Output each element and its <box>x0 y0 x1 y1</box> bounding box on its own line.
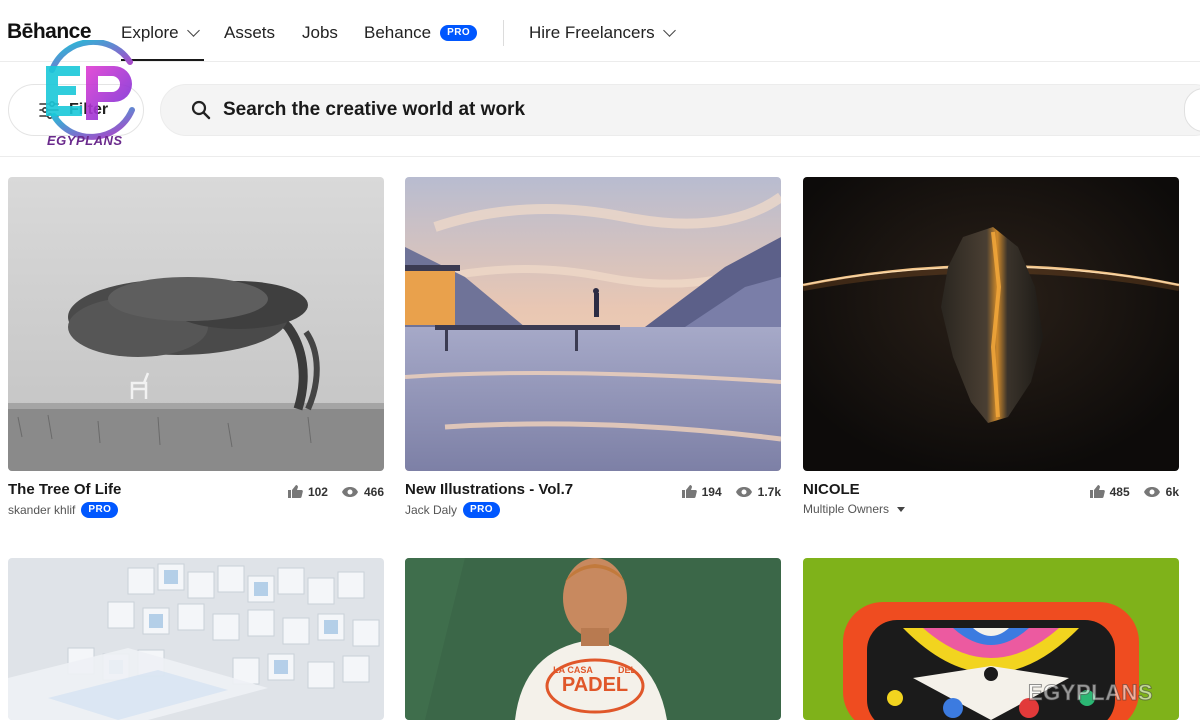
project-card[interactable]: The Tree Of Life skander khlif PRO 102 4… <box>8 177 384 518</box>
pro-badge: PRO <box>440 25 477 41</box>
nav-jobs[interactable]: Jobs <box>302 23 338 43</box>
owner-name: Multiple Owners <box>803 502 890 516</box>
likes-count: 485 <box>1109 484 1130 499</box>
egyplans-corner-watermark: EGYPLANS <box>1027 680 1154 706</box>
search-input[interactable]: Search the creative world at work <box>223 99 525 121</box>
shirt-print-small: LA CASA <box>553 665 593 675</box>
owner-name[interactable]: Jack Daly <box>405 503 457 517</box>
views-count: 6k <box>1165 484 1179 499</box>
project-thumbnail[interactable]: PADEL LA CASA DEL <box>405 558 781 720</box>
views-count: 466 <box>363 484 384 499</box>
nav-hire-freelancers[interactable]: Hire Freelancers <box>529 23 676 43</box>
project-stats: 102 466 <box>287 484 384 499</box>
caret-down-icon <box>897 506 906 512</box>
owner-name[interactable]: skander khlif <box>8 503 75 517</box>
thumbs-up-icon[interactable] <box>681 484 697 499</box>
project-owner[interactable]: Multiple Owners <box>803 502 906 516</box>
pro-badge: PRO <box>463 502 500 518</box>
views-count: 1.7k <box>757 484 781 499</box>
project-thumbnail[interactable] <box>8 177 384 471</box>
eye-icon <box>1143 486 1160 497</box>
project-owner: skander khlif PRO <box>8 502 119 518</box>
nav-behance-pro[interactable]: Behance PRO <box>364 23 477 43</box>
project-thumbnail[interactable] <box>8 558 384 720</box>
top-navigation: Bēhance Explore Assets Jobs Behance PRO … <box>0 0 1200 62</box>
thumbs-up-icon[interactable] <box>287 484 303 499</box>
thumbs-up-icon[interactable] <box>1089 484 1105 499</box>
project-card[interactable] <box>8 558 384 720</box>
divider <box>0 156 1200 157</box>
project-stats: 194 1.7k <box>681 484 781 499</box>
project-title[interactable]: New Illustrations - Vol.7 <box>405 481 573 498</box>
nav-assets[interactable]: Assets <box>224 23 275 43</box>
eye-icon <box>735 486 752 497</box>
chevron-down-icon <box>662 24 676 37</box>
nav-hire-label: Hire Freelancers <box>529 23 655 42</box>
project-stats: 485 6k <box>1089 484 1179 499</box>
project-owner: Jack Daly PRO <box>405 502 500 518</box>
shirt-print-text: PADEL <box>562 674 628 696</box>
project-thumbnail[interactable] <box>803 177 1179 471</box>
project-card[interactable]: New Illustrations - Vol.7 Jack Daly PRO … <box>405 177 781 518</box>
project-thumbnail[interactable] <box>405 177 781 471</box>
project-title[interactable]: NICOLE <box>803 481 860 498</box>
project-meta: The Tree Of Life skander khlif PRO 102 4… <box>8 471 384 518</box>
shirt-print-small-2: DEL <box>618 665 637 675</box>
eye-icon <box>341 486 358 497</box>
pro-badge: PRO <box>81 502 119 518</box>
search-icon <box>191 100 211 120</box>
search-bar[interactable]: Search the creative world at work <box>160 84 1200 136</box>
nav-behance-pro-label: Behance <box>364 23 432 42</box>
project-meta: NICOLE Multiple Owners 485 6k <box>803 471 1179 516</box>
chevron-down-icon <box>186 24 200 37</box>
egyplans-watermark-text: EGYPLANS <box>47 133 123 148</box>
project-meta: New Illustrations - Vol.7 Jack Daly PRO … <box>405 471 781 518</box>
project-title[interactable]: The Tree Of Life <box>8 481 121 498</box>
nav-divider <box>503 20 504 46</box>
likes-count: 194 <box>701 484 722 499</box>
likes-count: 102 <box>307 484 328 499</box>
project-card[interactable]: NICOLE Multiple Owners 485 6k <box>803 177 1179 516</box>
project-card[interactable]: PADEL LA CASA DEL <box>405 558 781 720</box>
